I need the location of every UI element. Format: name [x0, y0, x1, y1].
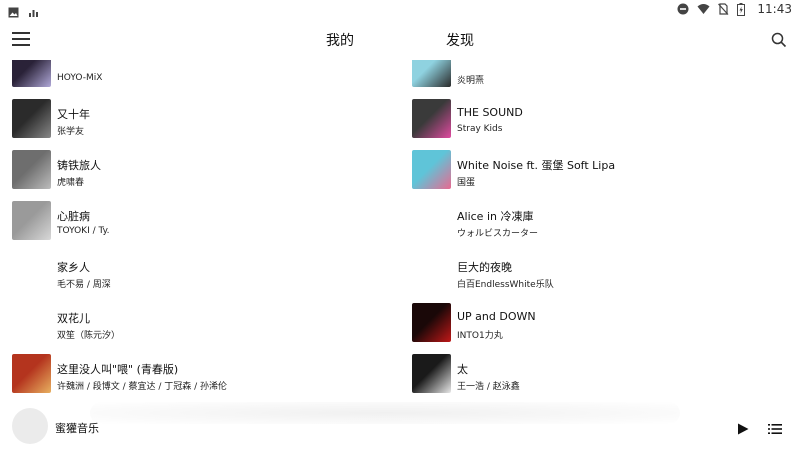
- song-title: 双花儿: [57, 312, 90, 325]
- signal-bars-icon: [28, 3, 40, 17]
- album-cover: [12, 354, 51, 393]
- player-artwork[interactable]: [12, 408, 48, 444]
- no-sim-icon: [717, 3, 729, 15]
- song-title: 这里没人叫"喂" (青春版): [57, 363, 179, 376]
- song-artist: 张学友: [57, 127, 85, 137]
- song-artist: 双笙（陈元汐）: [57, 331, 121, 341]
- battery-icon: [737, 3, 749, 16]
- album-cover: [12, 99, 51, 138]
- song-title: White Noise ft. 蛋堡 Soft Lipa: [457, 159, 616, 172]
- song-row[interactable]: 太王一浩 / 赵泳鑫: [400, 354, 800, 400]
- queue-list-icon[interactable]: [768, 420, 782, 434]
- song-row[interactable]: 家乡人毛不易 / 周深: [0, 252, 400, 303]
- song-row[interactable]: 双花儿双笙（陈元汐）: [0, 303, 400, 354]
- search-icon[interactable]: [770, 31, 788, 49]
- song-artist: ウォルビスカーター: [457, 229, 539, 239]
- song-row[interactable]: 心脏病 TOYOKI / Ty.: [0, 201, 400, 252]
- album-cover: [412, 354, 451, 393]
- song-title: UP and DOWN: [457, 310, 536, 323]
- song-row[interactable]: THE SOUND Stray Kids: [400, 99, 800, 150]
- wifi-icon: [697, 3, 710, 15]
- song-column-left: HOYO-MiX 又十年张学友铸铁旅人虎啸春心脏病 TOYOKI / Ty. 家乡人毛…: [0, 60, 400, 400]
- song-artist: 王一浩 / 赵泳鑫: [457, 382, 520, 392]
- song-artist: Stray Kids: [457, 124, 503, 134]
- song-artist: 国蛋: [457, 178, 476, 188]
- song-row[interactable]: HOYO-MiX: [0, 60, 400, 99]
- song-title: 心脏病: [57, 210, 90, 223]
- song-artist: 毛不易 / 周深: [57, 280, 111, 290]
- album-cover: [412, 303, 451, 342]
- song-title: 巨大的夜晚: [457, 261, 512, 274]
- album-cover: [12, 201, 51, 240]
- album-cover: [12, 150, 51, 189]
- song-artist: 炎明熹: [457, 76, 485, 86]
- tab-discover[interactable]: 发现: [446, 30, 474, 50]
- song-title: 又十年: [57, 108, 90, 121]
- song-row[interactable]: 这里没人叫"喂" (青春版) 许魏洲 / 段博文 / 蔡宜达 / 丁冠森 / 孙浠…: [0, 354, 400, 400]
- song-row[interactable]: 又十年 张学友: [0, 99, 400, 150]
- do-not-disturb-icon: [677, 3, 689, 15]
- album-cover: [412, 99, 451, 138]
- song-column-right: 炎明熹 THE SOUND Stray Kids White Noise ft. 蛋堡…: [400, 60, 800, 400]
- song-row[interactable]: White Noise ft. 蛋堡 Soft Lipa 国蛋: [400, 150, 800, 201]
- song-artist: 虎啸春: [57, 178, 85, 188]
- song-row[interactable]: 铸铁旅人 虎啸春: [0, 150, 400, 201]
- album-cover: [12, 60, 51, 87]
- tab-mine[interactable]: 我的: [326, 30, 354, 50]
- player-title: 蜜獾音乐: [55, 422, 99, 435]
- song-artist: INTO1力丸: [457, 331, 503, 341]
- status-time: 11:43: [757, 2, 792, 16]
- song-title: 太: [457, 363, 468, 376]
- song-title: 家乡人: [57, 261, 90, 274]
- menu-icon[interactable]: [12, 32, 30, 46]
- song-list: HOYO-MiX 又十年张学友铸铁旅人虎啸春心脏病 TOYOKI / Ty. 家乡人毛…: [0, 60, 800, 400]
- song-title: 铸铁旅人: [57, 159, 101, 172]
- status-bar: 11:43: [0, 0, 800, 20]
- mini-player[interactable]: 蜜獾音乐: [0, 400, 800, 450]
- app-bar: 我的 发现: [0, 20, 800, 60]
- song-row[interactable]: Alice in 冷凍庫 ウォルビスカーター: [400, 201, 800, 252]
- song-row[interactable]: 巨大的夜晚白百EndlessWhite乐队: [400, 252, 800, 303]
- song-row[interactable]: 炎明熹: [400, 60, 800, 99]
- song-title: Alice in 冷凍庫: [457, 210, 534, 223]
- album-cover: [412, 60, 451, 87]
- player-shadow: [90, 402, 680, 424]
- song-artist: 白百EndlessWhite乐队: [457, 280, 554, 290]
- song-artist: HOYO-MiX: [57, 73, 103, 83]
- album-cover: [412, 150, 451, 189]
- song-row[interactable]: UP and DOWN INTO1力丸: [400, 303, 800, 354]
- image-icon: [8, 3, 20, 18]
- song-title: THE SOUND: [457, 106, 523, 119]
- song-artist: TOYOKI / Ty.: [57, 226, 110, 236]
- play-icon[interactable]: [737, 420, 749, 435]
- song-artist: 许魏洲 / 段博文 / 蔡宜达 / 丁冠森 / 孙浠伦: [57, 382, 228, 392]
